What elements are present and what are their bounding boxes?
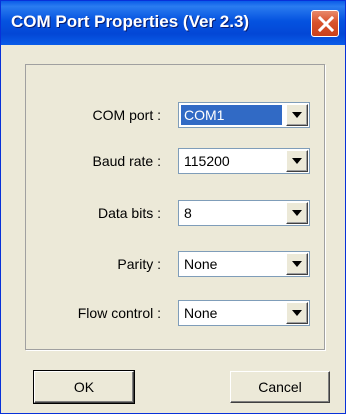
baud-rate-label: Baud rate :: [92, 153, 162, 169]
com-port-dropdown[interactable]: COM1: [178, 102, 310, 128]
close-button[interactable]: [311, 10, 339, 37]
close-icon: [318, 16, 334, 32]
chevron-down-icon: [292, 261, 302, 267]
chevron-down-icon: [292, 158, 302, 164]
com-port-value: COM1: [181, 105, 282, 125]
parity-dropdown-button[interactable]: [286, 253, 308, 275]
baud-rate-dropdown-button[interactable]: [286, 150, 308, 172]
dialog-window: COM Port Properties (Ver 2.3) COM port :…: [0, 0, 346, 414]
flow-control-value: None: [184, 305, 218, 321]
chevron-down-icon: [292, 310, 302, 316]
parity-dropdown[interactable]: None: [178, 251, 310, 277]
data-bits-label: Data bits :: [97, 205, 161, 221]
baud-rate-value: 115200: [184, 153, 230, 169]
title-bar[interactable]: COM Port Properties (Ver 2.3): [1, 1, 345, 45]
window-title: COM Port Properties (Ver 2.3): [11, 12, 250, 31]
flow-control-label: Flow control :: [77, 305, 161, 321]
data-bits-dropdown-button[interactable]: [286, 202, 308, 224]
data-bits-dropdown[interactable]: 8: [178, 200, 310, 226]
flow-control-dropdown[interactable]: None: [178, 300, 310, 326]
parity-label: Parity :: [117, 256, 161, 272]
com-port-dropdown-button[interactable]: [286, 104, 308, 126]
chevron-down-icon: [292, 210, 302, 216]
parity-value: None: [184, 256, 218, 272]
ok-button[interactable]: OK: [33, 370, 135, 404]
cancel-button[interactable]: Cancel: [230, 371, 330, 403]
com-port-label: COM port :: [92, 107, 161, 123]
chevron-down-icon: [292, 112, 302, 118]
baud-rate-dropdown[interactable]: 115200: [178, 148, 310, 174]
data-bits-value: 8: [184, 205, 192, 221]
flow-control-dropdown-button[interactable]: [286, 302, 308, 324]
